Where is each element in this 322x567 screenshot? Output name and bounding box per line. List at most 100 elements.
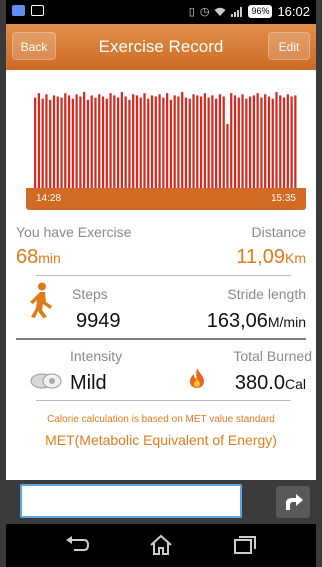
- chart-bar: [188, 98, 191, 190]
- chart-bar: [124, 96, 127, 190]
- chart-bar: [207, 97, 210, 190]
- chart-bar: [37, 93, 41, 190]
- edit-button[interactable]: Edit: [268, 32, 310, 60]
- chart-bar: [143, 93, 146, 190]
- chart-bar: [196, 95, 199, 190]
- status-left: [12, 5, 44, 16]
- image-icon: [12, 5, 25, 16]
- chart-bar: [86, 99, 90, 190]
- chart-bar: [275, 92, 278, 190]
- chart-bar: [34, 97, 37, 190]
- chart-bar: [64, 93, 67, 190]
- chart-bar: [211, 95, 214, 190]
- chart-bar: [52, 95, 56, 190]
- chart-bar: [245, 98, 248, 190]
- chart-bar: [147, 98, 150, 190]
- chart-bar: [158, 94, 161, 190]
- distance-unit: Km: [285, 250, 306, 266]
- chart-bar: [49, 99, 52, 190]
- exercise-record-content: 14:28 15:35 You have Exercise Distance 6…: [6, 70, 316, 480]
- input-bar: [6, 480, 316, 524]
- chart-bar: [248, 96, 252, 190]
- chart-bar: [116, 97, 120, 190]
- chart-bar: [215, 98, 218, 190]
- steps-value: 9949: [76, 310, 121, 332]
- chart-bar: [120, 92, 123, 190]
- steps-label: Steps: [72, 286, 108, 302]
- chart-bar: [173, 95, 176, 190]
- navigation-bar: [6, 524, 316, 567]
- intensity-value: Mild: [70, 372, 107, 394]
- message-input[interactable]: [20, 484, 242, 518]
- chart-bar: [230, 93, 233, 190]
- chart-bar: [203, 93, 206, 190]
- chart-bar: [75, 94, 78, 190]
- chart-bar: [101, 96, 105, 190]
- burned-value: 380.0: [234, 372, 285, 394]
- share-button[interactable]: [276, 486, 310, 518]
- chart-bar: [71, 98, 74, 190]
- burned-value-group: 380.0Cal: [235, 372, 306, 395]
- chart-bar: [184, 97, 188, 190]
- chart-bar: [79, 96, 82, 190]
- chart-bar: [218, 94, 222, 190]
- met-note: MET(Metabolic Equivalent of Energy): [45, 432, 277, 448]
- chart-bar: [290, 96, 293, 190]
- chart-bar: [90, 95, 93, 190]
- wifi-icon: [214, 7, 226, 16]
- chart-bar: [294, 95, 297, 190]
- divider-3: [36, 400, 291, 401]
- flame-icon: [190, 368, 204, 388]
- chart-bar: [41, 98, 44, 190]
- chart-bar: [241, 94, 244, 190]
- stride-value: 163,06: [206, 310, 268, 332]
- chart-bar: [279, 95, 282, 190]
- chart-bar: [113, 95, 116, 190]
- chart-bar: [264, 94, 267, 190]
- chart-bar: [105, 98, 108, 190]
- exercise-value-group: 68min: [16, 246, 61, 269]
- chart-bar: [139, 97, 142, 190]
- battery-icon: 96%: [248, 5, 273, 18]
- recent-apps-icon[interactable]: [232, 534, 258, 556]
- chart-bar: [222, 96, 225, 190]
- stride-unit: M/min: [267, 314, 306, 330]
- chart-bar: [135, 95, 139, 190]
- burned-label: Total Burned: [233, 348, 312, 364]
- message-icon: [31, 5, 44, 16]
- stride-value-group: 163,06M/min: [207, 310, 306, 333]
- phone-screen: ▯ ◷ 96% 16:02 Back Exercise Record Edit …: [6, 0, 316, 567]
- chart-bar: [169, 99, 173, 190]
- status-right: ▯ ◷ 96% 16:02: [189, 4, 310, 19]
- page-title: Exercise Record: [98, 37, 224, 56]
- chart-bar: [199, 96, 203, 190]
- chart-bar: [166, 93, 169, 190]
- exercise-label: You have Exercise: [16, 224, 132, 240]
- chart-bar: [256, 93, 259, 190]
- stride-label: Stride length: [227, 286, 306, 302]
- status-time: 16:02: [277, 4, 310, 19]
- distance-value: 11,09: [236, 246, 285, 268]
- chart-bar: [45, 94, 48, 190]
- chart-bar: [233, 95, 237, 190]
- chart-bar: [260, 97, 263, 190]
- chart-bar: [154, 96, 157, 190]
- back-nav-icon[interactable]: [64, 534, 90, 556]
- chart-bar: [162, 97, 165, 190]
- chart-bar: [94, 97, 97, 190]
- chart-bar: [252, 95, 255, 190]
- chart-bar: [237, 97, 240, 190]
- walking-person-icon: [30, 282, 52, 318]
- distance-label: Distance: [251, 224, 306, 240]
- home-nav-icon[interactable]: [148, 534, 174, 556]
- back-button[interactable]: Back: [12, 32, 56, 60]
- chart-bar: [226, 124, 229, 190]
- divider-2: [16, 338, 306, 340]
- time-start-label: 14:28: [36, 193, 62, 204]
- chart-bar: [56, 96, 59, 190]
- calorie-note: Calorie calculation is based on MET valu…: [47, 414, 275, 425]
- activity-chart-svg: [34, 92, 297, 190]
- chart-bar: [267, 96, 271, 190]
- signal-icon: [231, 6, 243, 17]
- chart-bar: [271, 98, 274, 190]
